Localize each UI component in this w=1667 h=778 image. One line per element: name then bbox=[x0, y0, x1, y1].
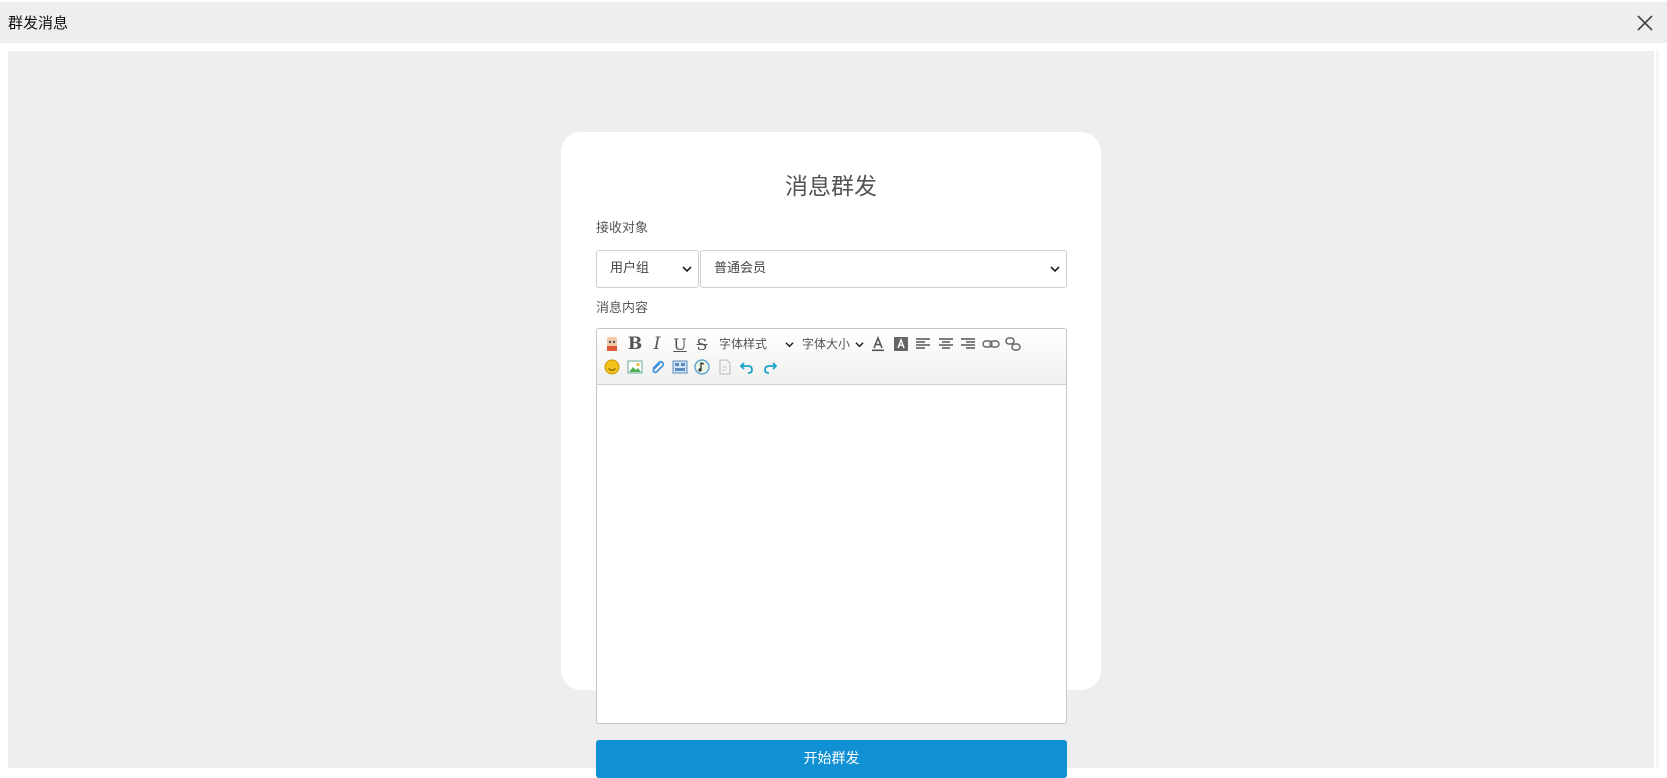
unlink-icon[interactable] bbox=[1003, 334, 1023, 354]
chevron-down-icon bbox=[1050, 266, 1060, 273]
font-size-label: 字体大小 bbox=[802, 337, 851, 351]
start-broadcast-button[interactable]: 开始群发 bbox=[596, 740, 1067, 778]
font-style-dropdown[interactable]: 字体样式 bbox=[719, 334, 794, 354]
recipient-type-select[interactable]: 用户组 bbox=[596, 250, 699, 288]
recipient-group-select[interactable]: 普通会员 bbox=[700, 250, 1067, 288]
attachment-icon[interactable] bbox=[647, 357, 667, 377]
align-center-icon[interactable] bbox=[936, 334, 956, 354]
font-size-dropdown[interactable]: 字体大小 bbox=[802, 334, 864, 354]
chevron-down-icon bbox=[855, 342, 864, 348]
editor-content-area[interactable] bbox=[597, 386, 1066, 723]
chevron-down-icon bbox=[785, 342, 794, 348]
video-icon[interactable] bbox=[670, 357, 690, 377]
font-color-icon[interactable] bbox=[868, 334, 888, 354]
font-style-label: 字体样式 bbox=[719, 337, 768, 351]
editor-toolbar: B I U S 字体样式 字体大小 bbox=[597, 329, 1066, 385]
recipient-group-value: 普通会员 bbox=[714, 261, 767, 276]
document-icon[interactable] bbox=[715, 357, 735, 377]
source-code-icon[interactable] bbox=[602, 334, 622, 354]
message-card: 消息群发 接收对象 用户组 普通会员 消息内容 B I U S 字体样式 字体大… bbox=[561, 132, 1101, 778]
background-color-icon[interactable] bbox=[891, 334, 911, 354]
close-icon[interactable] bbox=[1636, 14, 1654, 32]
align-right-icon[interactable] bbox=[958, 334, 978, 354]
recipient-type-value: 用户组 bbox=[610, 261, 650, 276]
chevron-down-icon bbox=[682, 266, 692, 273]
music-icon[interactable] bbox=[692, 357, 712, 377]
recipient-label: 接收对象 bbox=[596, 221, 649, 236]
page-title: 消息群发 bbox=[785, 174, 877, 200]
undo-icon[interactable] bbox=[737, 357, 757, 377]
italic-icon[interactable]: I bbox=[647, 334, 667, 354]
link-icon[interactable] bbox=[981, 334, 1001, 354]
align-left-icon[interactable] bbox=[913, 334, 933, 354]
underline-icon[interactable]: U bbox=[670, 334, 690, 354]
strikethrough-icon[interactable]: S bbox=[692, 334, 712, 354]
emoticon-icon[interactable] bbox=[602, 357, 622, 377]
scrollbar-track[interactable] bbox=[1656, 51, 1659, 768]
window-title: 群发消息 bbox=[8, 14, 69, 32]
window-titlebar: 群发消息 bbox=[0, 2, 1667, 43]
image-icon[interactable] bbox=[625, 357, 645, 377]
bold-icon[interactable]: B bbox=[625, 334, 645, 354]
redo-icon[interactable] bbox=[760, 357, 780, 377]
content-label: 消息内容 bbox=[596, 301, 649, 316]
rich-text-editor: B I U S 字体样式 字体大小 bbox=[596, 328, 1067, 724]
